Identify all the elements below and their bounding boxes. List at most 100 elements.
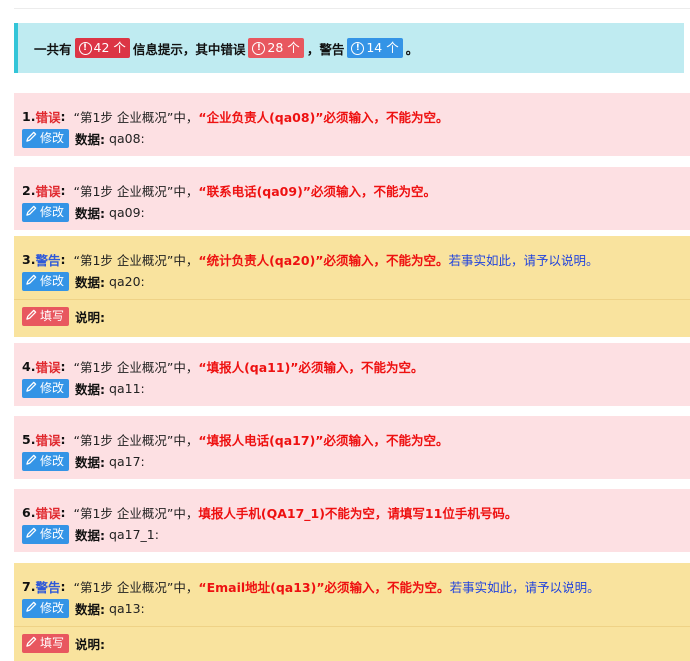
error-item: 6. 错误: “第1步 企业概况”中， 填报人手机(QA17_1)不能为空，请填写11… [14,489,690,552]
item-colon: : [60,579,66,594]
item-field-message: “填报人(qa11)”必须输入，不能为空。 [198,360,424,375]
fill-label: 填写 [40,309,65,323]
item-level: 错误 [35,360,61,375]
pencil-icon [26,130,40,147]
edit-label: 修改 [40,601,65,615]
data-value: qa20: [109,274,145,289]
item-field-message: “统计负责人(qa20)”必须输入，不能为空。 [198,253,449,268]
edit-button[interactable]: 修改 [22,599,70,618]
pencil-icon [26,204,40,221]
item-step: “第1步 企业概况”中， [73,360,199,375]
fill-button[interactable]: 填写 [22,307,70,326]
data-label: 数据: [75,602,106,617]
warning-item: 3. 警告: “第1步 企业概况”中， “统计负责人(qa20)”必须输入，不能为空。… [14,236,690,337]
edit-button[interactable]: 修改 [22,379,70,398]
info-icon: ! [252,41,266,55]
item-colon: : [60,432,66,447]
item-step: “第1步 企业概况”中， [73,433,199,448]
edit-button[interactable]: 修改 [22,203,70,222]
summary-middle: 信息提示，其中错误 [132,41,246,57]
error-count: 28 个 [267,40,300,55]
item-field-message: “Email地址(qa13)”必须输入，不能为空。 [198,580,450,595]
item-hint: 若事实如此，请予以说明。 [448,253,599,268]
item-number: 3. [22,252,36,267]
item-step: “第1步 企业概况”中， [73,580,199,595]
item-step: “第1步 企业概况”中， [73,110,199,125]
edit-label: 修改 [40,454,65,468]
item-field-message: 填报人手机(QA17_1)不能为空，请填写11位手机号码。 [198,506,518,521]
item-colon: : [60,252,66,267]
item-step: “第1步 企业概况”中， [73,253,199,268]
item-colon: : [60,359,66,374]
item-colon: : [60,109,66,124]
item-number: 5. [22,432,36,447]
total-badge: ! 42 个 [74,38,130,58]
pencil-icon [26,635,40,652]
item-number: 2. [22,183,36,198]
fill-label: 填写 [40,636,65,650]
item-level: 错误 [35,506,61,521]
item-field-message: “填报人电话(qa17)”必须输入，不能为空。 [198,433,449,448]
error-item: 2. 错误: “第1步 企业概况”中， “联系电话(qa09)”必须输入，不能为空。修… [14,167,690,230]
edit-label: 修改 [40,527,65,541]
note-label: 说明: [75,637,106,652]
item-number: 6. [22,505,36,520]
item-colon: : [60,505,66,520]
edit-button[interactable]: 修改 [22,525,70,544]
edit-label: 修改 [40,381,65,395]
edit-button[interactable]: 修改 [22,272,70,291]
data-value: qa09: [109,205,145,220]
item-step: “第1步 企业概况”中， [73,184,199,199]
data-label: 数据: [75,206,106,221]
top-divider [14,8,690,9]
data-value: qa11: [109,381,145,396]
item-step: “第1步 企业概况”中， [73,506,199,521]
error-item: 4. 错误: “第1步 企业概况”中， “填报人(qa11)”必须输入，不能为空。修改… [14,343,690,406]
summary-banner: 一共有 ! 42 个 信息提示，其中错误 ! 28 个 ，警告 ! 14 个 。 [14,23,684,73]
item-hint: 若事实如此，请予以说明。 [449,580,600,595]
item-field-message: “联系电话(qa09)”必须输入，不能为空。 [198,184,436,199]
data-label: 数据: [75,455,106,470]
item-level: 警告 [35,253,61,268]
error-item: 5. 错误: “第1步 企业概况”中， “填报人电话(qa17)”必须输入，不能为空。… [14,416,690,479]
item-level: 错误 [35,184,61,199]
edit-button[interactable]: 修改 [22,452,70,471]
data-value: qa17: [109,454,145,469]
warning-item: 7. 警告: “第1步 企业概况”中， “Email地址(qa13)”必须输入，不能为… [14,563,690,661]
error-item: 1. 错误: “第1步 企业概况”中， “企业负责人(qa08)”必须输入，不能为空。… [14,93,690,156]
data-value: qa08: [109,131,145,146]
data-value: qa17_1: [109,527,159,542]
pencil-icon [26,380,40,397]
total-count: 42 个 [93,40,126,55]
warning-badge: ! 14 个 [347,38,403,58]
item-level: 错误 [35,110,61,125]
data-value: qa13: [109,601,145,616]
data-label: 数据: [75,132,106,147]
pencil-icon [26,308,40,325]
info-icon: ! [78,41,92,55]
data-label: 数据: [75,528,106,543]
edit-label: 修改 [40,205,65,219]
edit-button[interactable]: 修改 [22,129,70,148]
pencil-icon [26,453,40,470]
summary-suffix: 。 [405,41,419,57]
item-divider [14,299,690,300]
item-number: 1. [22,109,36,124]
item-field-message: “企业负责人(qa08)”必须输入，不能为空。 [198,110,449,125]
pencil-icon [26,526,40,543]
edit-label: 修改 [40,274,65,288]
pencil-icon [26,273,40,290]
warning-count: 14 个 [366,40,399,55]
info-icon: ! [351,41,365,55]
error-badge: ! 28 个 [248,38,304,58]
item-level: 警告 [35,580,61,595]
item-number: 7. [22,579,36,594]
item-divider [14,626,690,627]
item-level: 错误 [35,433,61,448]
data-label: 数据: [75,275,106,290]
item-number: 4. [22,359,36,374]
edit-label: 修改 [40,131,65,145]
pencil-icon [26,600,40,617]
fill-button[interactable]: 填写 [22,634,70,653]
note-label: 说明: [75,310,106,325]
